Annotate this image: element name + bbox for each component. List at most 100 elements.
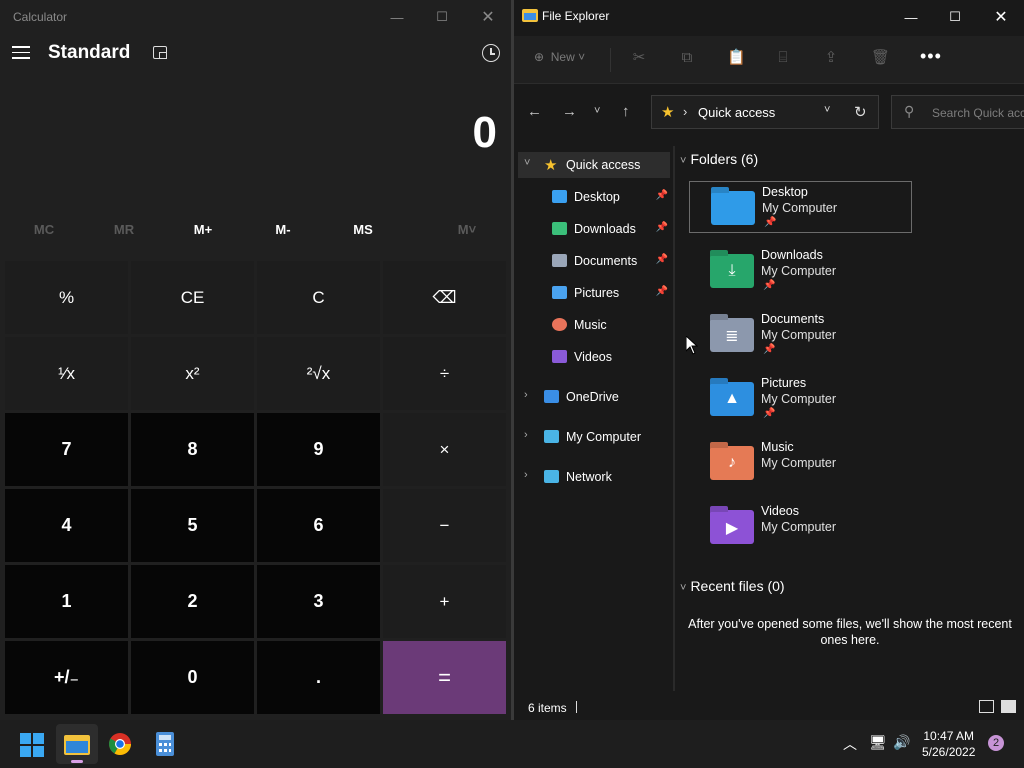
sidebar-item-quick-access[interactable]: ˅ ★ Quick access <box>518 152 670 178</box>
sidebar-item-desktop[interactable]: Desktop 📌 <box>518 184 670 210</box>
more-options-icon[interactable]: ••• <box>920 46 942 67</box>
equals-key[interactable]: = <box>383 641 506 714</box>
sidebar-item-downloads[interactable]: Downloads 📌 <box>518 216 670 242</box>
chevron-down-icon[interactable]: ˅ <box>524 157 530 169</box>
history-icon[interactable] <box>482 44 500 62</box>
forward-icon[interactable]: → <box>562 103 577 120</box>
decimal-key[interactable]: . <box>257 641 380 714</box>
rename-icon[interactable]: ⌸ <box>775 50 791 66</box>
add-key[interactable]: + <box>383 565 506 638</box>
share-icon[interactable]: ⇪ <box>823 50 839 66</box>
clock[interactable]: 10:47 AM 5/26/2022 <box>922 728 975 760</box>
square-key[interactable]: x² <box>131 337 254 410</box>
sidebar-item-network[interactable]: › Network <box>518 464 670 490</box>
back-icon[interactable]: ← <box>527 103 542 120</box>
divide-key[interactable]: ÷ <box>383 337 506 410</box>
folder-tile-downloads[interactable]: ⤓ Downloads My Computer 📌 <box>689 245 912 297</box>
pictures-icon <box>552 286 567 299</box>
new-button[interactable]: ⊕ New ˅ <box>534 50 585 64</box>
calculator-icon[interactable] <box>156 732 184 760</box>
volume-icon[interactable]: 🔊 <box>893 734 910 751</box>
folder-tile-documents[interactable]: ≣ Documents My Computer 📌 <box>689 309 912 361</box>
clear-entry-key[interactable]: CE <box>131 261 254 334</box>
explorer-close-button[interactable]: ✕ <box>978 0 1024 34</box>
three-key[interactable]: 3 <box>257 565 380 638</box>
address-bar[interactable]: ★ › Quick access ˅ ↻ <box>651 95 879 129</box>
pictures-folder-icon: ▲ <box>710 382 754 416</box>
folders-section-header[interactable]: ˅ Folders (6) <box>680 151 758 167</box>
seven-key[interactable]: 7 <box>5 413 128 486</box>
sidebar-item-label: Desktop <box>574 190 620 204</box>
one-key[interactable]: 1 <box>5 565 128 638</box>
keep-on-top-icon[interactable] <box>153 46 167 59</box>
navigation-pane-scrollbar[interactable] <box>673 146 675 691</box>
paste-icon[interactable]: 📋 <box>727 50 746 66</box>
maximize-button[interactable]: ☐ <box>419 0 465 34</box>
memory-list-button[interactable]: M˅ <box>427 222 507 237</box>
percent-key[interactable]: % <box>5 261 128 334</box>
five-key[interactable]: 5 <box>131 489 254 562</box>
pin-icon: 📌 <box>655 222 668 233</box>
clear-key[interactable]: C <box>257 261 380 334</box>
memory-subtract-button[interactable]: M- <box>243 222 323 237</box>
sidebar-item-onedrive[interactable]: › OneDrive <box>518 384 670 410</box>
multiply-key[interactable]: × <box>383 413 506 486</box>
show-hidden-icons-icon[interactable]: ︿ <box>843 734 857 754</box>
tiles-view-icon[interactable] <box>1001 700 1016 713</box>
sidebar-item-documents[interactable]: Documents 📌 <box>518 248 670 274</box>
explorer-minimize-button[interactable]: — <box>888 0 934 34</box>
memory-clear-button[interactable]: MC <box>4 222 84 237</box>
command-separator <box>610 48 611 72</box>
delete-icon[interactable]: 🗑 <box>871 50 890 66</box>
notification-badge[interactable]: 2 <box>988 735 1004 751</box>
folder-glyph: ▶ <box>725 520 739 537</box>
folder-tile-pictures[interactable]: ▲ Pictures My Computer 📌 <box>689 373 912 425</box>
recent-locations-icon[interactable]: ˅ <box>594 105 600 117</box>
chevron-right-icon[interactable]: › <box>524 389 528 401</box>
folder-tile-videos[interactable]: ▶ Videos My Computer <box>689 501 912 553</box>
subtract-key[interactable]: − <box>383 489 506 562</box>
negate-key[interactable]: +/₋ <box>5 641 128 714</box>
zero-key[interactable]: 0 <box>131 641 254 714</box>
details-view-icon[interactable] <box>979 700 994 713</box>
memory-recall-button[interactable]: MR <box>84 222 164 237</box>
chevron-down-icon[interactable]: ˅ <box>824 104 830 116</box>
menu-icon[interactable] <box>12 46 30 60</box>
copy-icon[interactable]: ⧉ <box>679 50 695 66</box>
file-explorer-icon <box>64 735 90 755</box>
refresh-icon[interactable]: ↻ <box>854 103 867 121</box>
folder-name: Downloads <box>761 248 823 262</box>
chrome-icon[interactable] <box>108 732 136 760</box>
sidebar-item-music[interactable]: Music <box>518 312 670 338</box>
folder-tile-music[interactable]: ♪ Music My Computer <box>689 437 912 489</box>
recent-heading: Recent files (0) <box>690 578 785 594</box>
recent-files-section-header[interactable]: ˅ Recent files (0) <box>680 578 785 594</box>
folder-tile-desktop[interactable]: Desktop My Computer 📌 <box>689 181 912 233</box>
six-key[interactable]: 6 <box>257 489 380 562</box>
sidebar-item-label: My Computer <box>566 430 642 444</box>
reciprocal-key[interactable]: ¹⁄x <box>5 337 128 410</box>
up-icon[interactable]: ↑ <box>622 103 630 120</box>
explorer-maximize-button[interactable]: ☐ <box>932 0 978 34</box>
chevron-right-icon[interactable]: › <box>524 469 528 481</box>
memory-add-button[interactable]: M+ <box>163 222 243 237</box>
four-key[interactable]: 4 <box>5 489 128 562</box>
cut-icon[interactable]: ✂ <box>631 50 647 66</box>
calculator-titlebar[interactable]: Calculator — ☐ ✕ <box>0 0 511 34</box>
minimize-button[interactable]: — <box>374 0 420 34</box>
close-button[interactable]: ✕ <box>465 0 511 34</box>
eight-key[interactable]: 8 <box>131 413 254 486</box>
sidebar-item-videos[interactable]: Videos <box>518 344 670 370</box>
folder-name: Pictures <box>761 376 807 390</box>
two-key[interactable]: 2 <box>131 565 254 638</box>
nine-key[interactable]: 9 <box>257 413 380 486</box>
sidebar-item-pictures[interactable]: Pictures 📌 <box>518 280 670 306</box>
chevron-right-icon[interactable]: › <box>524 429 528 441</box>
square-root-key[interactable]: ²√x <box>257 337 380 410</box>
sidebar-item-my-computer[interactable]: › My Computer <box>518 424 670 450</box>
backspace-key[interactable]: ⌫ <box>383 261 506 334</box>
start-button-icon[interactable] <box>20 733 48 761</box>
network-status-icon[interactable]: 🖥 <box>869 734 887 751</box>
memory-store-button[interactable]: MS <box>323 222 403 237</box>
search-input[interactable]: ⚲ Search Quick access <box>891 95 1024 129</box>
